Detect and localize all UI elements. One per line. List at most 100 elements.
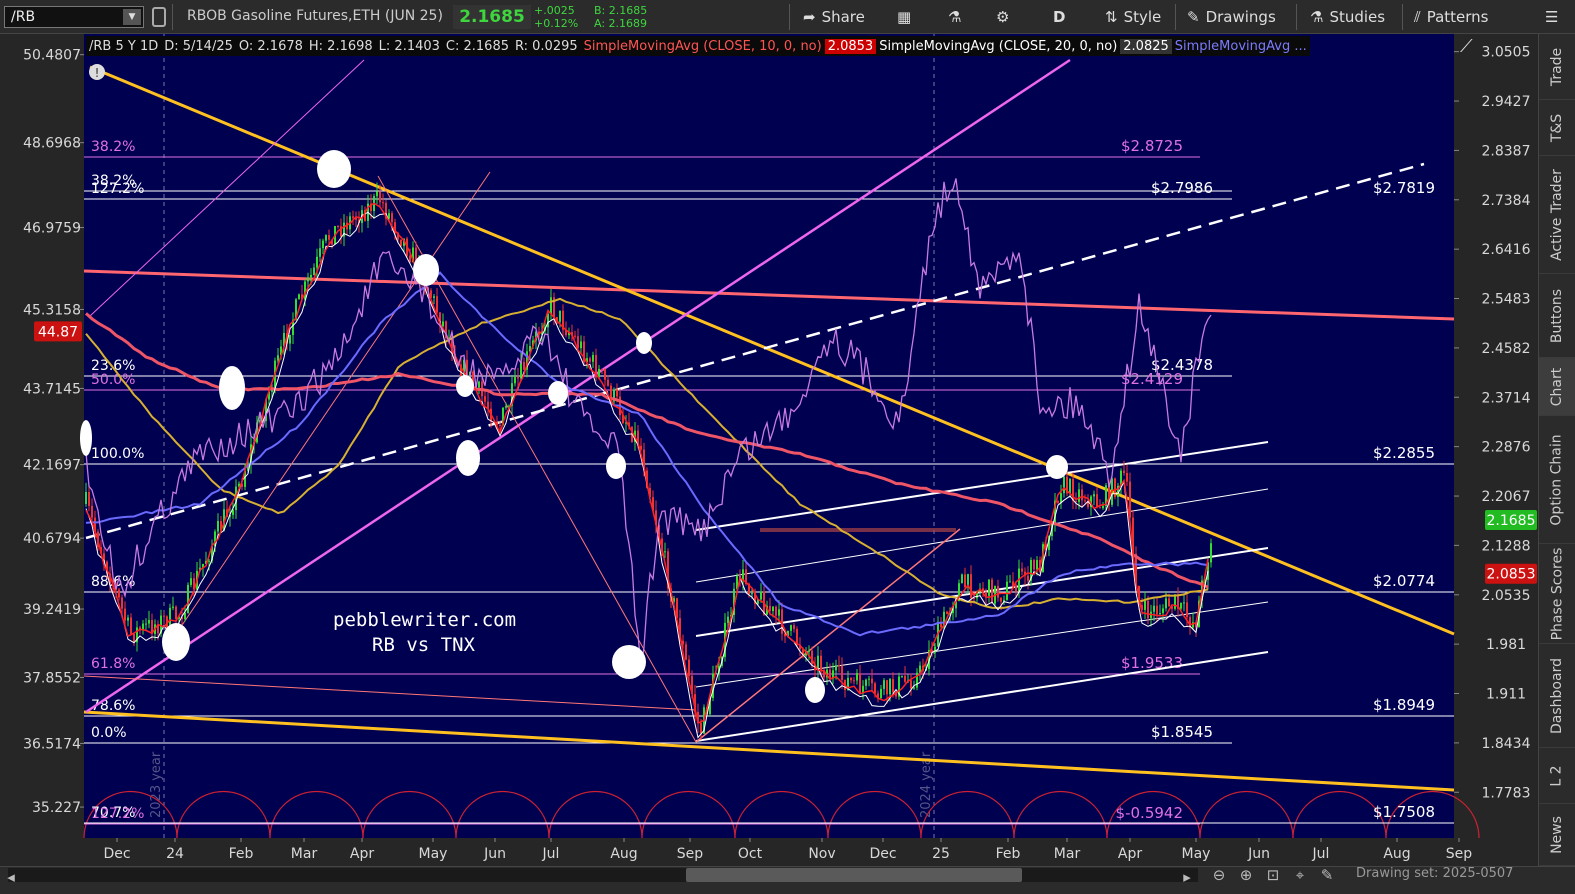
rb-candle-body [1063,476,1065,494]
left-axis-tick-label: 39.2419 [23,602,81,618]
style-label: Style [1123,8,1162,26]
rb-candle-body [379,191,381,203]
menu-button[interactable]: ☰ [1545,0,1564,34]
x-axis-tick-label: Feb [229,846,254,862]
rb-candle-body [1162,608,1164,614]
patterns-button[interactable]: ⫽ Patterns [1414,0,1488,34]
symbol-input[interactable]: /RB ▼ [4,6,144,28]
pivot-marker [456,440,480,476]
rb-candle-body [574,335,576,337]
rb-candle-body [589,358,591,362]
symbol-text: /RB [11,9,36,25]
flexible-grid-button[interactable]: ▦ [897,0,917,34]
x-axis-tick-label: Apr [1118,846,1142,862]
style-button[interactable]: ⇅ Style [1105,0,1161,34]
scroll-left-icon[interactable]: ◂ [2,868,20,886]
pen-icon[interactable]: ✎ [1318,866,1336,884]
settings-button[interactable]: ⚙ [996,0,1015,34]
rb-candle-body [1015,585,1017,592]
rail-tab-chart[interactable]: Chart [1539,358,1575,416]
rail-tab-l-2[interactable]: L 2 [1539,748,1575,804]
rb-candle-body [1168,598,1170,607]
fib-value-label: $2.7986 [1151,179,1213,197]
grid-icon: ▦ [897,8,912,26]
rb-candle-body [1078,489,1080,502]
rb-candle-body [1093,494,1095,497]
sma20-label[interactable]: SimpleMovingAvg (CLOSE, 20, 0, no) [876,39,1120,54]
chevron-down-icon[interactable]: ▼ [123,9,141,25]
watermark-site: pebblewriter.com [333,609,517,631]
rail-tab-phase-scores[interactable]: Phase Scores [1539,544,1575,644]
sma10-label[interactable]: SimpleMovingAvg (CLOSE, 10, 0, no) [581,39,825,54]
rb-candle-body [874,683,876,694]
lab-button[interactable]: ⚗ [948,0,967,34]
legend-close: C: 2.1685 [445,38,509,54]
zoom-in-icon[interactable]: ⊕ [1237,866,1255,884]
studies-button[interactable]: ⚗ Studies [1310,0,1385,34]
pivot-marker [548,381,568,405]
right-axis-tick-label: 2.9427 [1482,94,1531,110]
rb-candle-body [313,267,315,275]
right-axis-tick-label: 3.0505 [1482,45,1531,61]
rb-candle-body [793,625,795,629]
rail-tab-active-trader[interactable]: Active Trader [1539,156,1575,274]
rail-tab-option-chain[interactable]: Option Chain [1539,416,1575,544]
right-axis-tick-label: 2.2067 [1482,489,1531,505]
rb-candle-body [901,675,903,677]
chart-canvas[interactable]: 3.0505 2.9427 2.8387 2.7384 2.6416 2.5483 2.45… [0,34,1538,866]
timeframe-button[interactable]: D [1053,0,1065,34]
fib-value-label: $2.2855 [1373,444,1435,462]
rb-candle-body [1009,581,1011,583]
x-axis-tick-label: Sep [1446,846,1473,862]
rail-tab-buttons[interactable]: Buttons [1539,274,1575,358]
rb-candle-body [319,248,321,257]
crosshair-icon[interactable]: ⌖ [1291,866,1309,884]
rb-candle-body [592,355,594,362]
fib-pct-label: 61.8% [91,656,135,672]
rb-candle-body [727,616,729,623]
drawing-tool-icon[interactable]: ⟋ [1460,36,1473,57]
net-change-value: +.0025 [534,4,575,17]
drawings-button[interactable]: ✎ Drawings [1187,0,1276,34]
rb-candle-body [172,606,174,608]
right-axis-tick-label: 2.5483 [1482,292,1531,308]
x-axis-tick-label: May [1182,846,1211,862]
rail-tab-dashboard[interactable]: Dashboard [1539,644,1575,748]
scrollbar-thumb[interactable] [686,868,1022,882]
sma50-label[interactable]: SimpleMovingAvg ... [1172,39,1310,54]
rb-candle-body [118,589,120,598]
rb-candle-body [889,679,891,695]
zoom-out-icon[interactable]: ⊖ [1210,866,1228,884]
rb-candle-body [1153,605,1155,612]
rail-tab-news[interactable]: News [1539,804,1575,866]
rb-candle-body [520,361,522,379]
timeframe-label: D [1053,8,1066,26]
rb-candle-body [400,239,402,246]
link-icon[interactable] [152,7,166,27]
divider [1175,4,1176,30]
rb-candle-body [325,235,327,241]
rb-candle-body [391,213,393,223]
rb-candle-body [1000,597,1002,602]
alert-icon-glyph: ! [95,66,100,80]
rb-candle-body [550,297,552,314]
rb-candle-body [388,213,390,219]
left-axis-tick-label: 48.6968 [23,136,81,152]
rb-candle-body [307,277,309,282]
sma20-value: 2.0825 [1120,38,1172,54]
pivot-marker [80,420,92,456]
rail-tab-t-s[interactable]: T&S [1539,100,1575,156]
share-button[interactable]: ➦ Share [803,0,865,34]
rb-candle-body [1165,598,1167,609]
scroll-right-icon[interactable]: ▸ [1178,868,1196,886]
x-axis-tick-label: Aug [1383,846,1410,862]
rb-candle-body [778,609,780,616]
right-axis-tick-label: 1.8434 [1482,736,1531,752]
rb-candle-body [970,574,972,598]
x-axis-tick-label: Dec [103,846,130,862]
rb-candle-body [997,585,999,598]
rb-candle-body [1147,600,1149,619]
rail-tab-trade[interactable]: Trade [1539,34,1575,100]
rb-candle-body [883,680,885,689]
zoom-fit-icon[interactable]: ⊡ [1264,866,1282,884]
